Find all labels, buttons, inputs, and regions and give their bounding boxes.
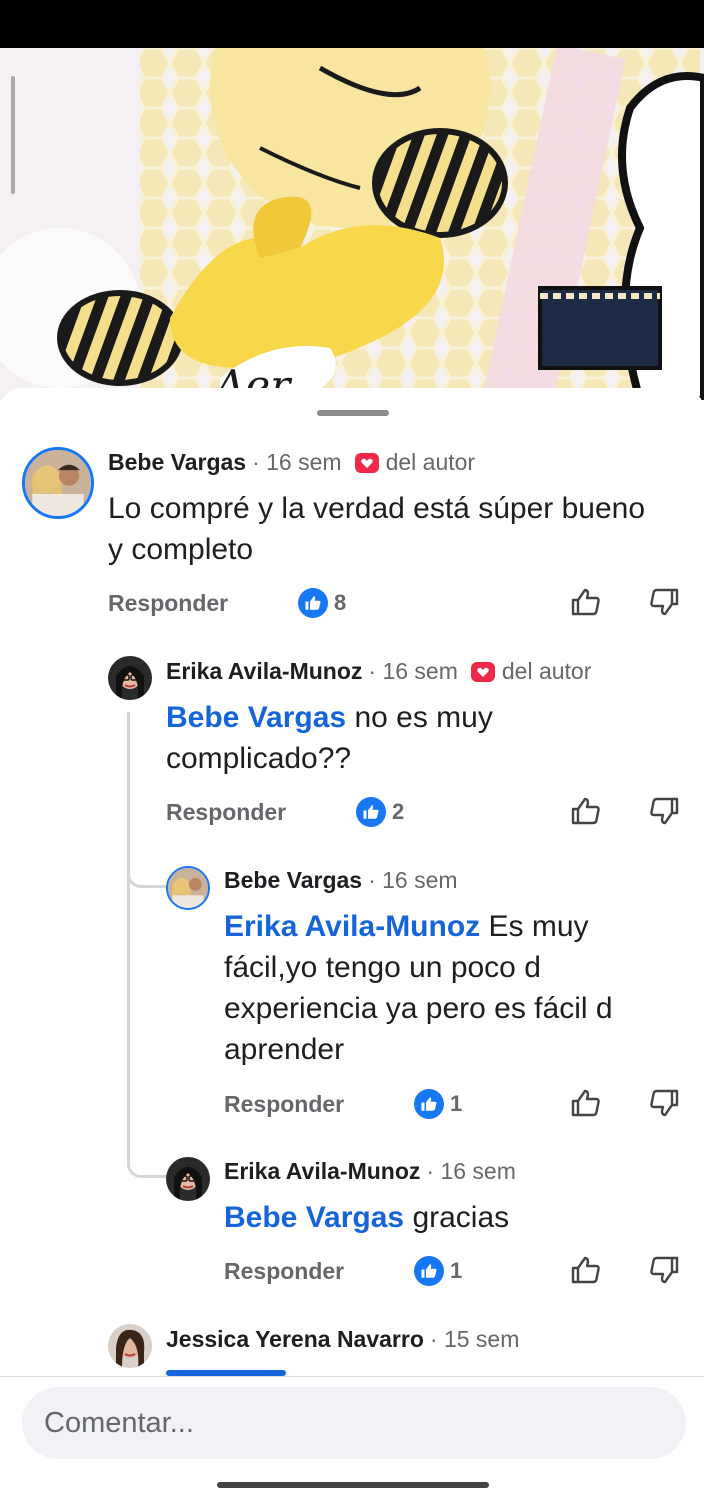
like-reaction-icon [356, 797, 386, 827]
like-icon[interactable] [570, 1254, 602, 1286]
commenter-name[interactable]: Jessica Yerena Navarro [166, 1326, 424, 1353]
composer-divider [0, 1376, 704, 1377]
avatar[interactable] [166, 1157, 210, 1201]
mention-link[interactable]: Erika Avila-Munoz [224, 910, 480, 943]
comment-body: gracias [404, 1201, 510, 1234]
reply-button[interactable]: Responder [108, 590, 228, 617]
comment-time: · 16 sem [252, 449, 342, 475]
author-badge: del autor [385, 449, 476, 475]
like-reaction-icon [414, 1256, 444, 1286]
video-frame-image: Aer [0, 48, 704, 400]
comment-actions: Responder 8 [108, 586, 688, 626]
commenter-name[interactable]: Erika Avila-Munoz [224, 1158, 420, 1185]
comment-time: · 16 sem [368, 867, 458, 893]
mention-link[interactable]: Bebe Vargas [166, 701, 346, 734]
avatar[interactable] [108, 656, 152, 700]
like-count[interactable]: 1 [414, 1256, 462, 1286]
comment-text: Erika Avila-Munoz Es muy fácil,yo tengo … [224, 906, 674, 1070]
video-preview[interactable]: Aer [0, 48, 704, 400]
comment-text: Bebe Vargas no es muy complicado?? [166, 697, 596, 779]
like-reaction-icon [298, 588, 328, 618]
thread-connector [127, 850, 167, 888]
like-icon[interactable] [570, 586, 602, 618]
avatar-photo [108, 1324, 152, 1368]
comment-time: · 16 sem [426, 1158, 516, 1184]
mention-link[interactable]: Bebe Vargas [224, 1201, 404, 1234]
reply-button[interactable]: Responder [224, 1091, 344, 1118]
avatar[interactable] [22, 447, 94, 519]
comment-composer[interactable] [22, 1387, 686, 1459]
heart-icon [470, 661, 495, 682]
comment-actions: Responder 1 [224, 1254, 688, 1294]
like-icon[interactable] [570, 795, 602, 827]
dislike-icon[interactable] [648, 1254, 680, 1286]
cut-off-mention [166, 1368, 456, 1376]
comment-text: Lo compré y la verdad está súper bueno y… [108, 488, 668, 570]
like-count[interactable]: 8 [298, 588, 346, 618]
home-indicator[interactable] [217, 1482, 489, 1488]
like-icon[interactable] [570, 1087, 602, 1119]
comment-actions: Responder 1 [224, 1087, 688, 1127]
avatar[interactable] [166, 866, 210, 910]
like-count[interactable]: 2 [356, 797, 404, 827]
comment-time: · 15 sem [429, 1326, 520, 1352]
comment-input[interactable] [22, 1387, 686, 1459]
comment-time: · 16 sem [368, 658, 458, 684]
comment-body: Lo compré y la verdad está súper bueno y… [108, 492, 645, 566]
commenter-name[interactable]: Bebe Vargas [108, 449, 246, 476]
scroll-indicator [11, 76, 15, 194]
like-reaction-icon [414, 1089, 444, 1119]
dislike-icon[interactable] [648, 586, 680, 618]
reply-button[interactable]: Responder [224, 1258, 344, 1285]
comment-text: Bebe Vargas gracias [224, 1197, 674, 1238]
thread-line [127, 712, 130, 1167]
reply-button[interactable]: Responder [166, 799, 286, 826]
drag-handle[interactable] [317, 410, 389, 416]
commenter-name[interactable]: Erika Avila-Munoz [166, 658, 362, 685]
heart-icon [354, 452, 379, 473]
dislike-icon[interactable] [648, 795, 680, 827]
dislike-icon[interactable] [648, 1087, 680, 1119]
comment-actions: Responder 2 [166, 795, 688, 835]
status-bar [0, 0, 704, 48]
avatar[interactable] [108, 1324, 152, 1368]
avatar-photo [168, 868, 208, 908]
avatar-photo [25, 450, 91, 516]
author-badge: del autor [501, 658, 592, 684]
avatar-photo [166, 1157, 210, 1201]
thread-connector [127, 1140, 167, 1178]
commenter-name[interactable]: Bebe Vargas [224, 867, 362, 894]
like-count[interactable]: 1 [414, 1089, 462, 1119]
avatar-photo [108, 656, 152, 700]
